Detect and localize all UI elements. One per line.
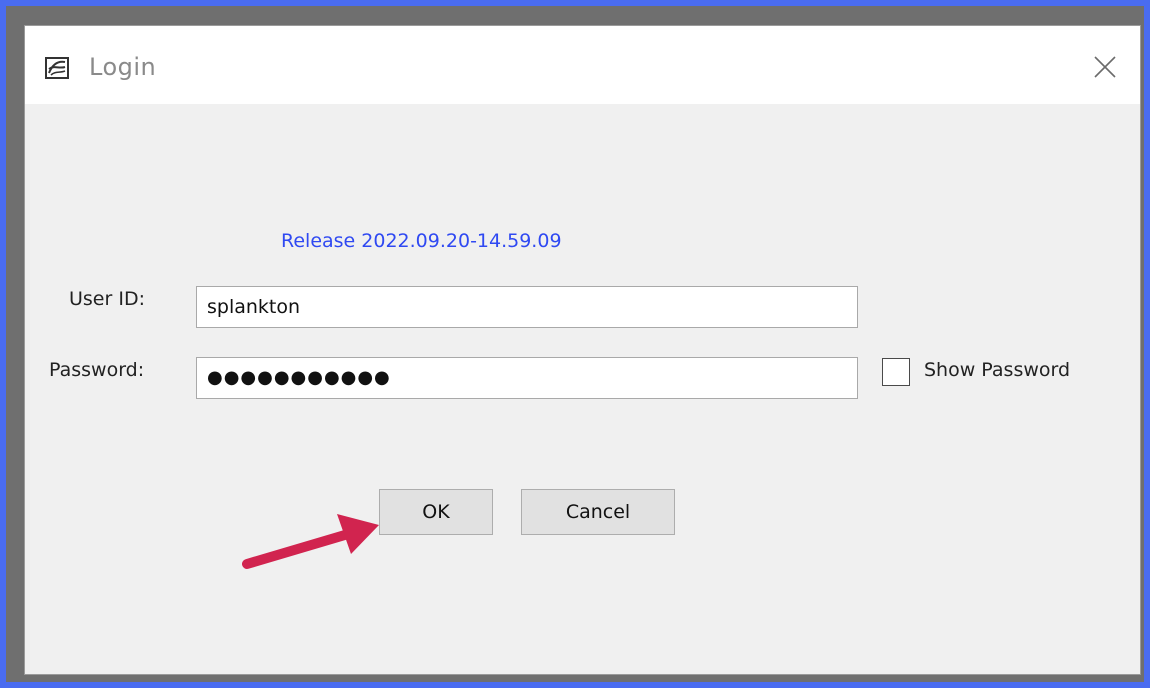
cancel-button[interactable]: Cancel — [521, 489, 675, 535]
user-id-label: User ID: — [69, 288, 145, 310]
release-version: Release 2022.09.20-14.59.09 — [281, 230, 562, 252]
app-logo-icon — [45, 57, 69, 79]
login-dialog: Login Release 2022.09.20-14.59.09 User I… — [24, 25, 1141, 675]
show-password-label[interactable]: Show Password — [924, 359, 1070, 381]
password-label: Password: — [49, 359, 145, 381]
password-field[interactable]: ●●●●●●●●●●● — [196, 357, 858, 399]
close-icon[interactable] — [1088, 50, 1122, 84]
ok-button[interactable]: OK — [379, 489, 493, 535]
annotation-arrow-icon — [242, 514, 379, 569]
title-bar: Login — [25, 26, 1140, 104]
window-title: Login — [89, 53, 157, 81]
user-id-field[interactable]: splankton — [196, 286, 858, 328]
show-password-checkbox[interactable] — [882, 358, 910, 386]
